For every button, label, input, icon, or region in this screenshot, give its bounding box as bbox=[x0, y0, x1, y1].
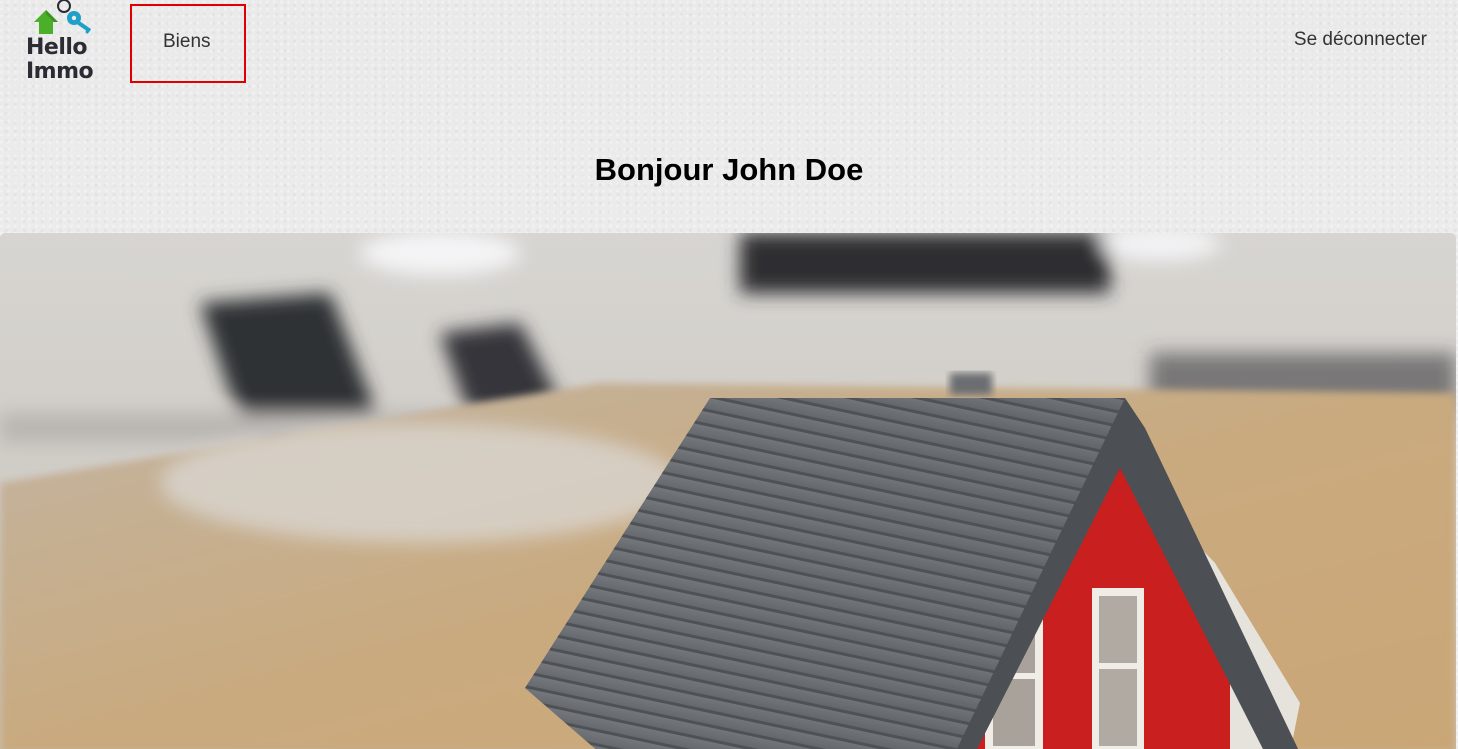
logo-line-1: Hello bbox=[26, 35, 88, 60]
page-title: Bonjour John Doe bbox=[594, 152, 864, 187]
logo-text: Hello Immo bbox=[26, 35, 94, 84]
logo-line-2: Immo bbox=[26, 59, 94, 84]
hello-immo-logo[interactable]: Hello Immo bbox=[22, 0, 106, 90]
hero-image bbox=[0, 233, 1456, 749]
house-key-icon bbox=[34, 0, 92, 34]
nav-link-biens-label: Biens bbox=[163, 31, 211, 52]
nav-link-biens[interactable]: Biens bbox=[130, 4, 246, 83]
top-navbar: Hello Immo Biens Se déconnecter bbox=[0, 0, 1458, 100]
model-house-photo bbox=[0, 233, 1456, 749]
logout-link[interactable]: Se déconnecter bbox=[1294, 29, 1427, 51]
